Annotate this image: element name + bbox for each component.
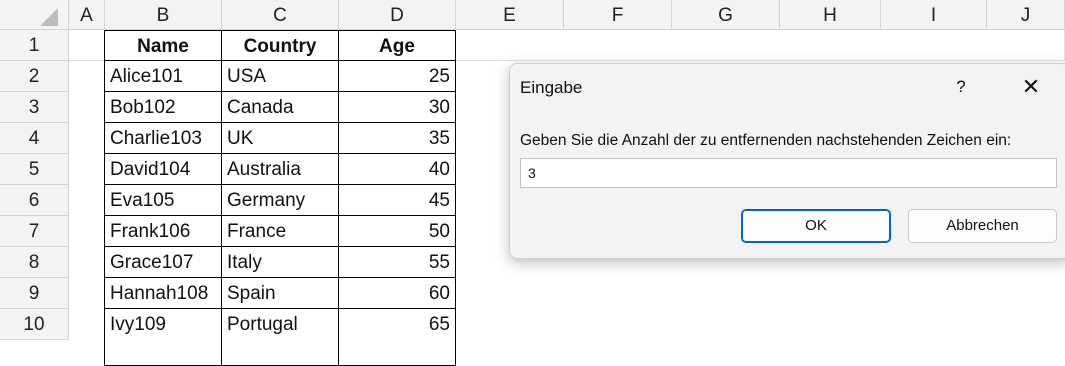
table-cell-age[interactable]: 65 — [339, 309, 456, 366]
column-header-h[interactable]: H — [780, 0, 881, 30]
row-header-5[interactable]: 5 — [0, 154, 69, 185]
table-cell-name[interactable]: Ivy109 — [104, 309, 222, 366]
table-header-country[interactable]: Country — [222, 30, 339, 61]
table-cell-age[interactable]: 50 — [339, 216, 456, 247]
dialog-prompt: Geben Sie die Anzahl der zu entfernenden… — [520, 132, 1012, 149]
table-header-age[interactable]: Age — [339, 30, 456, 61]
dialog-title: Eingabe — [520, 78, 583, 97]
table-cell-age[interactable]: 25 — [339, 61, 456, 92]
column-header-a[interactable]: A — [69, 0, 105, 30]
select-all-triangle-icon — [40, 8, 58, 26]
table-cell-country[interactable]: Australia — [222, 154, 339, 185]
table-cell-name[interactable]: Frank106 — [104, 216, 222, 247]
table-cell-country[interactable]: UK — [222, 123, 339, 154]
table-cell-name[interactable]: Grace107 — [104, 247, 222, 278]
table-cell-age[interactable]: 40 — [339, 154, 456, 185]
input-dialog: Eingabe ? ✕ Geben Sie die Anzahl der zu … — [509, 63, 1065, 259]
column-header-d[interactable]: D — [339, 0, 456, 30]
table-cell-age[interactable]: 60 — [339, 278, 456, 309]
ok-button[interactable]: OK — [741, 209, 891, 243]
row-header-9[interactable]: 9 — [0, 278, 69, 309]
column-header-j[interactable]: J — [987, 0, 1065, 30]
table-cell-age[interactable]: 45 — [339, 185, 456, 216]
empty-cells[interactable] — [456, 30, 1065, 61]
table-cell-country[interactable]: France — [222, 216, 339, 247]
table-cell-name[interactable]: Eva105 — [104, 185, 222, 216]
table-cell-name[interactable]: Bob102 — [104, 92, 222, 123]
table-cell-country[interactable]: Spain — [222, 278, 339, 309]
table-cell-age[interactable]: 30 — [339, 92, 456, 123]
table-cell-age[interactable]: 35 — [339, 123, 456, 154]
column-header-f[interactable]: F — [564, 0, 672, 30]
cell-a1[interactable] — [69, 30, 105, 61]
column-header-i[interactable]: I — [881, 0, 987, 30]
table-cell-country[interactable]: USA — [222, 61, 339, 92]
row-header-6[interactable]: 6 — [0, 185, 69, 216]
row-header-3[interactable]: 3 — [0, 92, 69, 123]
cancel-button[interactable]: Abbrechen — [908, 209, 1057, 243]
row-header-7[interactable]: 7 — [0, 216, 69, 247]
row-header-1[interactable]: 1 — [0, 30, 69, 61]
table-cell-name[interactable]: Alice101 — [104, 61, 222, 92]
table-cell-name[interactable]: David104 — [104, 154, 222, 185]
table-cell-country[interactable]: Italy — [222, 247, 339, 278]
table-cell-country[interactable]: Germany — [222, 185, 339, 216]
column-header-e[interactable]: E — [456, 0, 564, 30]
row-header-2[interactable]: 2 — [0, 61, 69, 92]
table-cell-name[interactable]: Hannah108 — [104, 278, 222, 309]
table-cell-name[interactable]: Charlie103 — [104, 123, 222, 154]
row-header-4[interactable]: 4 — [0, 123, 69, 154]
column-header-b[interactable]: B — [105, 0, 222, 30]
table-cell-age[interactable]: 55 — [339, 247, 456, 278]
table-cell-country[interactable]: Portugal — [222, 309, 339, 366]
column-header-g[interactable]: G — [672, 0, 780, 30]
close-icon[interactable]: ✕ — [1016, 74, 1046, 100]
row-header-10[interactable]: 10 — [0, 309, 69, 340]
row-header-8[interactable]: 8 — [0, 247, 69, 278]
table-header-name[interactable]: Name — [104, 30, 222, 61]
column-header-c[interactable]: C — [222, 0, 339, 30]
help-icon[interactable]: ? — [946, 74, 976, 100]
character-count-input[interactable] — [520, 158, 1057, 188]
table-cell-country[interactable]: Canada — [222, 92, 339, 123]
select-all-corner[interactable] — [0, 0, 69, 30]
